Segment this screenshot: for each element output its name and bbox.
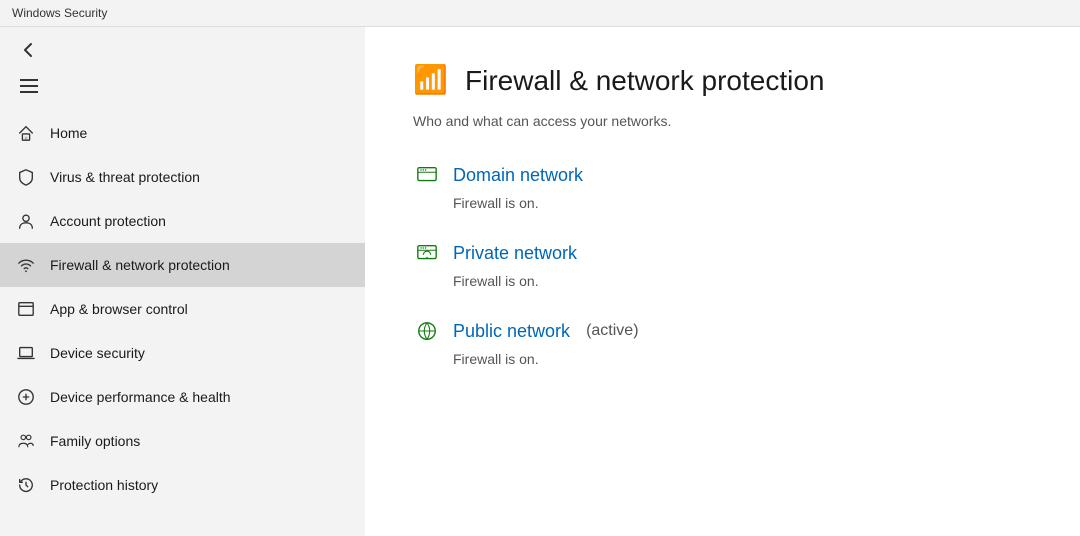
- sidebar-item-label-virus: Virus & threat protection: [50, 169, 200, 185]
- network-status-public: Firewall is on.: [453, 351, 1032, 367]
- content-area: 📶 Firewall & network protection Who and …: [365, 27, 1080, 536]
- sidebar-item-label-account: Account protection: [50, 213, 166, 229]
- sidebar-item-label-firewall: Firewall & network protection: [50, 257, 230, 273]
- network-header-private: Private network: [413, 239, 1032, 267]
- back-arrow-icon: [20, 41, 38, 59]
- laptop-icon: [16, 343, 36, 363]
- sidebar-item-virus[interactable]: Virus & threat protection: [0, 155, 365, 199]
- sidebar-top: [0, 27, 365, 107]
- appbrowser-icon: [16, 299, 36, 319]
- wifi-icon: [16, 255, 36, 275]
- title-bar: Windows Security: [0, 0, 1080, 27]
- network-sections: Domain networkFirewall is on.Private net…: [413, 161, 1032, 367]
- page-title: Firewall & network protection: [465, 65, 824, 97]
- network-header-public: Public network (active): [413, 317, 1032, 345]
- back-button[interactable]: [12, 35, 353, 65]
- hamburger-icon: [20, 79, 38, 93]
- sidebar-item-firewall[interactable]: Firewall & network protection: [0, 243, 365, 287]
- hamburger-button[interactable]: [12, 73, 353, 99]
- sidebar-item-home[interactable]: Home: [0, 111, 365, 155]
- sidebar-item-devicehealth[interactable]: Device performance & health: [0, 375, 365, 419]
- network-section-public: Public network (active) Firewall is on.: [413, 317, 1032, 367]
- sidebar-item-label-home: Home: [50, 125, 87, 141]
- sidebar-item-history[interactable]: Protection history: [0, 463, 365, 507]
- person-icon: [16, 211, 36, 231]
- network-header-domain: Domain network: [413, 161, 1032, 189]
- network-section-domain: Domain network Firewall is on.: [413, 161, 1032, 211]
- page-header: 📶 Firewall & network protection: [413, 59, 1032, 103]
- sidebar-item-label-devicesecurity: Device security: [50, 345, 145, 361]
- network-icon-domain: [413, 161, 441, 189]
- svg-text:📶: 📶: [413, 63, 448, 95]
- network-status-private: Firewall is on.: [453, 273, 1032, 289]
- sidebar-item-label-appbrowser: App & browser control: [50, 301, 188, 317]
- network-active-label-public: (active): [586, 322, 638, 340]
- sidebar-item-label-family: Family options: [50, 433, 140, 449]
- network-name-public[interactable]: Public network: [453, 321, 570, 342]
- home-icon: [16, 123, 36, 143]
- sidebar-item-account[interactable]: Account protection: [0, 199, 365, 243]
- firewall-page-icon: 📶: [413, 59, 449, 95]
- network-status-domain: Firewall is on.: [453, 195, 1032, 211]
- network-icon-private: [413, 239, 441, 267]
- sidebar: Home Virus & threat protection Account pro…: [0, 27, 365, 536]
- title-bar-text: Windows Security: [12, 6, 107, 20]
- network-name-domain[interactable]: Domain network: [453, 165, 583, 186]
- network-name-private[interactable]: Private network: [453, 243, 577, 264]
- family-icon: [16, 431, 36, 451]
- history-icon: [16, 475, 36, 495]
- main-layout: Home Virus & threat protection Account pro…: [0, 27, 1080, 536]
- sidebar-item-label-history: Protection history: [50, 477, 158, 493]
- page-subtitle: Who and what can access your networks.: [413, 113, 1032, 129]
- heart-icon: [16, 387, 36, 407]
- network-icon-public: [413, 317, 441, 345]
- sidebar-item-devicesecurity[interactable]: Device security: [0, 331, 365, 375]
- shield-icon: [16, 167, 36, 187]
- page-header-icon: 📶: [413, 59, 449, 103]
- network-section-private: Private network Firewall is on.: [413, 239, 1032, 289]
- sidebar-item-appbrowser[interactable]: App & browser control: [0, 287, 365, 331]
- sidebar-item-label-devicehealth: Device performance & health: [50, 389, 231, 405]
- nav-list: Home Virus & threat protection Account pro…: [0, 111, 365, 507]
- sidebar-item-family[interactable]: Family options: [0, 419, 365, 463]
